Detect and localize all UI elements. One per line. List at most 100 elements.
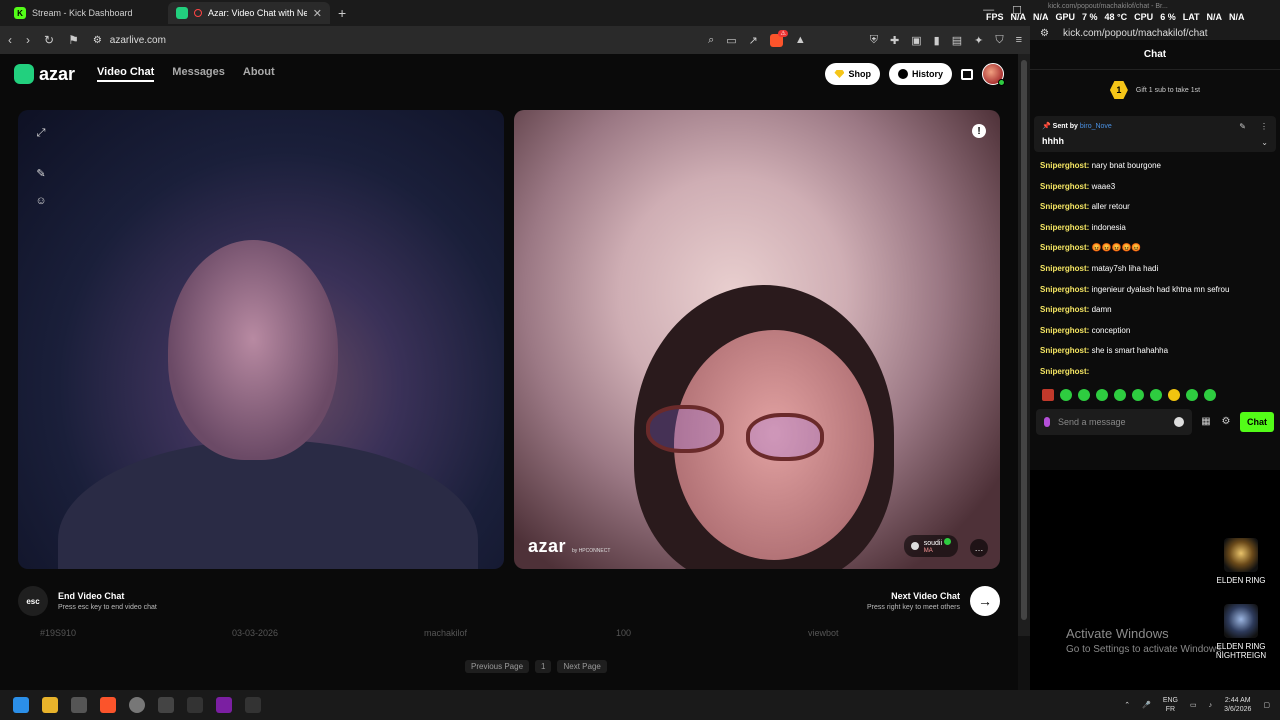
emote-icon[interactable] bbox=[1078, 388, 1090, 401]
chat-username[interactable]: Sniperghost: bbox=[1040, 346, 1089, 355]
wallet-icon[interactable]: ▤ bbox=[952, 34, 962, 47]
gift-sub-banner[interactable]: 1 Gift 1 sub to take 1st bbox=[1030, 70, 1280, 110]
chat-username[interactable]: Sniperghost: bbox=[1040, 264, 1089, 273]
emote-icon[interactable] bbox=[1060, 388, 1072, 401]
vpn-icon[interactable]: ⛉ bbox=[995, 34, 1003, 47]
sidebar-icon[interactable]: ▮ bbox=[934, 34, 940, 47]
pinned-username[interactable]: biro_Nove bbox=[1080, 123, 1112, 130]
chat-username[interactable]: Sniperghost: bbox=[1040, 182, 1089, 191]
scrollbar-thumb[interactable] bbox=[1021, 60, 1027, 620]
gear-icon[interactable]: ⚙ bbox=[1220, 416, 1232, 428]
forward-button[interactable]: › bbox=[26, 33, 30, 47]
chat-message-input[interactable]: Send a message bbox=[1036, 408, 1192, 435]
reload-button[interactable]: ↻ bbox=[44, 33, 54, 47]
brave-rewards-icon[interactable]: ▲ bbox=[795, 34, 806, 46]
chat-message[interactable]: Sniperghost: she is smart hahahha bbox=[1040, 341, 1270, 362]
unpin-icon[interactable]: ✎ bbox=[1239, 122, 1246, 131]
history-button[interactable]: History bbox=[888, 63, 952, 85]
chevron-down-icon[interactable]: ⌄ bbox=[1261, 138, 1268, 147]
next-app-icon[interactable] bbox=[216, 697, 232, 713]
chat-message[interactable]: Sniperghost: bbox=[1040, 362, 1270, 383]
chat-username[interactable]: Sniperghost: bbox=[1040, 326, 1089, 335]
azar-logo[interactable]: azar bbox=[14, 64, 75, 85]
app-g2-icon[interactable] bbox=[245, 697, 261, 713]
emote-icon[interactable] bbox=[1168, 388, 1180, 401]
brave-browser-icon[interactable] bbox=[100, 697, 116, 713]
message-bubble-icon[interactable]: … bbox=[970, 539, 988, 557]
bookmark-icon[interactable]: ⚑ bbox=[68, 33, 79, 47]
emote-icon[interactable] bbox=[1186, 388, 1198, 401]
next-page-button[interactable]: Next Page bbox=[557, 660, 607, 673]
next-video-chat[interactable]: Next Video Chat Press right key to meet … bbox=[867, 586, 1000, 616]
esc-key-button[interactable]: esc bbox=[18, 586, 48, 616]
desktop-icon-elden-ring[interactable]: ELDEN RING bbox=[1211, 538, 1271, 585]
pinned-message[interactable]: 📌 Sent by biro_Nove hhhh ✎ ⋮ ⌄ bbox=[1034, 116, 1276, 152]
desktop-icon-elden-ring-nightreign[interactable]: ELDEN RING NIGHTREIGN bbox=[1211, 604, 1271, 660]
expand-icon[interactable]: ⤢ bbox=[34, 126, 48, 140]
chat-address-bar[interactable]: ⚙ kick.com/popout/machakilof/chat bbox=[1030, 26, 1280, 40]
file-explorer-icon[interactable] bbox=[42, 697, 58, 713]
leo-ai-icon[interactable]: ✦ bbox=[974, 34, 983, 47]
chat-username[interactable]: Sniperghost: bbox=[1040, 161, 1089, 170]
chat-username[interactable]: Sniperghost: bbox=[1040, 367, 1089, 376]
app-icon[interactable] bbox=[158, 697, 174, 713]
brave-shields-icon[interactable]: ⚠ bbox=[769, 29, 788, 47]
site-info-icon[interactable]: ⚙ bbox=[1040, 28, 1049, 39]
magic-wand-icon[interactable]: ✎ bbox=[34, 166, 48, 180]
emote-icon[interactable] bbox=[1096, 388, 1108, 401]
language-indicator[interactable]: ENG FR bbox=[1163, 696, 1178, 714]
zoom-icon[interactable]: ⌕ bbox=[708, 34, 714, 47]
chat-message[interactable]: Sniperghost: waae3 bbox=[1040, 177, 1270, 198]
volume-icon[interactable]: ♪ bbox=[1209, 702, 1213, 709]
tray-chevron-icon[interactable]: ⌃ bbox=[1124, 701, 1130, 709]
chat-message[interactable]: Sniperghost: nary bnat bourgone bbox=[1040, 156, 1270, 177]
chat-message[interactable]: Sniperghost: aller retour bbox=[1040, 197, 1270, 218]
emote-icon[interactable] bbox=[1204, 388, 1216, 401]
chat-username[interactable]: Sniperghost: bbox=[1040, 243, 1089, 252]
url-field[interactable]: ⚙ azarlive.com bbox=[93, 35, 694, 46]
menu-icon[interactable]: ≡ bbox=[1016, 34, 1022, 46]
nav-about[interactable]: About bbox=[243, 66, 275, 82]
notification-icon[interactable]: ▢ bbox=[1263, 701, 1270, 709]
face-filter-icon[interactable]: ☺ bbox=[34, 194, 48, 208]
page-number[interactable]: 1 bbox=[535, 660, 552, 673]
close-tab-icon[interactable]: ✕ bbox=[313, 7, 322, 20]
chat-message[interactable]: Sniperghost: ingenieur dyalash had khtna… bbox=[1040, 280, 1270, 301]
emote-icon[interactable] bbox=[1042, 388, 1054, 401]
obs-icon[interactable] bbox=[129, 697, 145, 713]
back-button[interactable]: ‹ bbox=[8, 33, 12, 47]
windows-start-icon[interactable] bbox=[13, 697, 29, 713]
shield-icon[interactable]: ⛨ bbox=[870, 34, 878, 47]
store-icon[interactable] bbox=[961, 68, 973, 80]
send-chat-button[interactable]: Chat bbox=[1240, 411, 1274, 432]
chat-username[interactable]: Sniperghost: bbox=[1040, 305, 1089, 314]
gift-icon[interactable]: ▦ bbox=[1200, 416, 1212, 428]
tab-azar[interactable]: Azar: Video Chat with New Pe ✕ bbox=[168, 2, 330, 24]
chat-username[interactable]: Sniperghost: bbox=[1040, 285, 1089, 294]
chat-message[interactable]: Sniperghost: 😡😡😡😡😡 bbox=[1040, 238, 1270, 259]
emote-icon[interactable] bbox=[1132, 388, 1144, 401]
share-icon[interactable]: ↗ bbox=[749, 34, 758, 47]
nav-video-chat[interactable]: Video Chat bbox=[97, 66, 155, 82]
more-options-icon[interactable]: ⋮ bbox=[1260, 122, 1268, 131]
chat-message[interactable]: Sniperghost: conception bbox=[1040, 321, 1270, 342]
nav-messages[interactable]: Messages bbox=[172, 66, 225, 82]
next-arrow-button[interactable]: → bbox=[970, 586, 1000, 616]
new-tab-button[interactable]: + bbox=[338, 5, 346, 21]
store-icon[interactable] bbox=[71, 697, 87, 713]
screenshot-icon[interactable]: ▣ bbox=[911, 34, 921, 47]
previous-page-button[interactable]: Previous Page bbox=[465, 660, 530, 673]
emote-icon[interactable] bbox=[1114, 388, 1126, 401]
avatar[interactable] bbox=[982, 63, 1005, 86]
tab-kick-dashboard[interactable]: K Stream - Kick Dashboard bbox=[6, 2, 168, 24]
emote-icon[interactable] bbox=[1150, 388, 1162, 401]
page-scrollbar[interactable] bbox=[1018, 54, 1030, 636]
microphone-icon[interactable] bbox=[1044, 416, 1050, 427]
end-video-chat[interactable]: esc End Video Chat Press esc key to end … bbox=[18, 586, 157, 616]
chat-message[interactable]: Sniperghost: indonesia bbox=[1040, 218, 1270, 239]
extensions-icon[interactable]: ✚ bbox=[890, 34, 899, 47]
chat-username[interactable]: Sniperghost: bbox=[1040, 223, 1089, 232]
network-icon[interactable]: ▭ bbox=[1190, 701, 1197, 709]
cast-icon[interactable]: ▭ bbox=[726, 34, 736, 47]
chat-username[interactable]: Sniperghost: bbox=[1040, 202, 1089, 211]
